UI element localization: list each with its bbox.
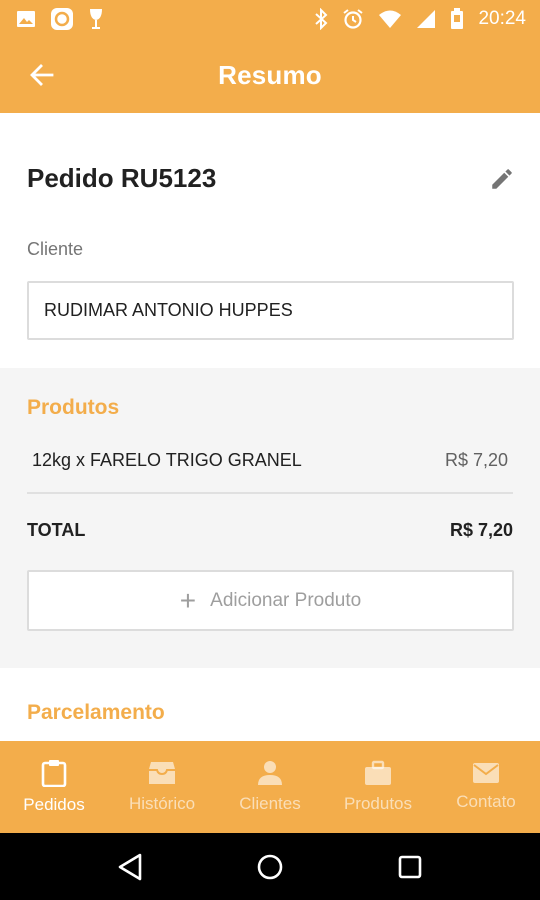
back-button[interactable] — [22, 60, 62, 90]
system-recents-button[interactable] — [390, 847, 430, 887]
add-product-button[interactable]: + Adicionar Produto — [27, 570, 514, 631]
client-field-value: RUDIMAR ANTONIO HUPPES — [44, 300, 293, 320]
recents-square-icon — [398, 855, 422, 878]
person-icon — [258, 761, 282, 785]
products-title: Produtos — [27, 396, 120, 419]
installments-title: Parcelamento — [27, 701, 165, 724]
nav-label-contato: Contato — [456, 792, 516, 811]
client-label: Cliente — [27, 239, 84, 259]
plus-icon: + — [179, 584, 197, 616]
mail-icon — [473, 763, 499, 783]
signal-icon — [416, 9, 436, 29]
nav-item-contato[interactable]: Contato — [432, 741, 540, 833]
nav-label-clientes: Clientes — [239, 794, 301, 813]
product-row[interactable]: 12kg x FARELO TRIGO GRANEL R$ 7,20 — [32, 450, 508, 471]
edit-order-button[interactable] — [486, 163, 518, 195]
add-product-label: Adicionar Produto — [210, 589, 362, 611]
total-value: R$ 7,20 — [449, 520, 513, 540]
wifi-icon — [378, 9, 402, 29]
bottom-nav: Pedidos Histórico Clientes Produtos Cont… — [0, 741, 540, 833]
back-triangle-icon — [118, 853, 142, 880]
divider — [27, 492, 513, 494]
system-back-button[interactable] — [110, 847, 150, 887]
clipboard-icon — [41, 760, 67, 787]
system-nav — [0, 833, 540, 900]
nav-item-historico[interactable]: Histórico — [108, 741, 216, 833]
nav-label-pedidos: Pedidos — [23, 795, 85, 814]
main-content[interactable]: Pedido RU5123 Cliente RUDIMAR ANTONIO HU… — [0, 113, 540, 741]
total-label: TOTAL — [27, 520, 86, 540]
nav-label-produtos: Produtos — [343, 794, 413, 813]
briefcase-icon — [365, 760, 391, 785]
alarm-icon — [342, 8, 364, 30]
client-field[interactable]: RUDIMAR ANTONIO HUPPES — [27, 281, 514, 340]
status-bar: 20:24 — [0, 0, 540, 38]
status-time: 20:24 — [478, 8, 526, 29]
nav-label-historico: Histórico — [128, 794, 196, 813]
arrow-left-icon — [30, 64, 54, 86]
nav-item-pedidos[interactable]: Pedidos — [0, 741, 108, 833]
battery-icon — [450, 8, 464, 30]
product-price: R$ 7,20 — [444, 450, 508, 470]
page-title: Resumo — [218, 60, 322, 90]
app-notification-icon — [50, 7, 74, 31]
total-row: TOTAL R$ 7,20 — [27, 520, 513, 541]
order-title: Pedido RU5123 — [27, 163, 217, 193]
app-bar: Resumo — [0, 38, 540, 113]
status-left-icons — [16, 7, 104, 31]
pencil-icon — [492, 169, 512, 189]
nav-item-produtos[interactable]: Produtos — [324, 741, 432, 833]
product-description: 12kg x FARELO TRIGO GRANEL — [32, 450, 302, 470]
image-icon — [16, 10, 36, 28]
wine-glass-icon — [88, 8, 104, 30]
products-section: Produtos 12kg x FARELO TRIGO GRANEL R$ 7… — [0, 368, 540, 668]
nav-item-clientes[interactable]: Clientes — [216, 741, 324, 833]
archive-icon — [149, 762, 175, 784]
system-home-button[interactable] — [250, 847, 290, 887]
status-right-icons: 20:24 — [314, 8, 526, 30]
order-section: Pedido RU5123 Cliente RUDIMAR ANTONIO HU… — [0, 113, 540, 368]
home-circle-icon — [257, 854, 283, 879]
bluetooth-icon — [314, 8, 328, 30]
